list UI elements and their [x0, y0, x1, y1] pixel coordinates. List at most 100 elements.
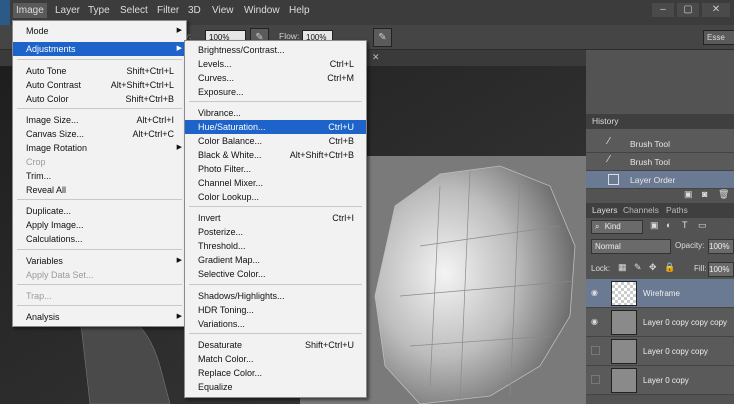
menu-item-label: Replace Color...	[198, 368, 263, 378]
menu-item-invert[interactable]: Invert Ctrl+I	[185, 211, 366, 225]
menu-item-calculations[interactable]: Calculations...	[13, 232, 186, 246]
lock-pixels-icon[interactable]: ✎	[634, 262, 642, 273]
menu-item-label: Color Balance...	[198, 136, 263, 146]
menu-item-image-size[interactable]: Image Size... Alt+Ctrl+I	[13, 113, 186, 127]
tab-close-icon[interactable]: ✕	[372, 52, 380, 63]
filter-adjust-icon[interactable]: ◐	[666, 220, 671, 230]
menu-item-shadows-highlights[interactable]: Shadows/Highlights...	[185, 289, 366, 303]
tab-layers[interactable]: Layers	[592, 205, 618, 215]
minimize-icon[interactable]: –	[652, 3, 674, 17]
history-item[interactable]: ⁄ Brush Tool	[586, 135, 734, 153]
close-icon[interactable]: ✕	[702, 3, 730, 17]
menu-item-trim[interactable]: Trim...	[13, 169, 186, 183]
opacity-label: Opacity:	[675, 241, 705, 250]
menu-item-adjustments[interactable]: Adjustments ▶	[13, 42, 186, 56]
menu-item-crop: Crop	[13, 155, 186, 169]
menu-item-exposure[interactable]: Exposure...	[185, 85, 366, 99]
shortcut-label: Ctrl+M	[327, 73, 354, 83]
workspace-button[interactable]: Esse	[703, 30, 734, 45]
layer-row[interactable]: Layer 0 copy	[586, 366, 734, 395]
layer-row[interactable]: ◉ Wireframe	[586, 279, 734, 308]
menu-help[interactable]: Help	[289, 5, 310, 16]
menu-item-levels[interactable]: Levels... Ctrl+L	[185, 57, 366, 71]
menu-item-match-color[interactable]: Match Color...	[185, 352, 366, 366]
menu-item-label: Reveal All	[26, 185, 67, 195]
menu-view[interactable]: View	[212, 5, 234, 16]
menu-item-threshold[interactable]: Threshold...	[185, 239, 366, 253]
history-tab[interactable]: History	[592, 116, 618, 126]
eye-icon[interactable]: ◉	[591, 317, 601, 326]
tab-paths[interactable]: Paths	[666, 205, 688, 215]
history-item[interactable]: ⁄ Brush Tool	[586, 153, 734, 171]
lock-all-icon[interactable]: 🔒	[664, 262, 675, 273]
menu-filter[interactable]: Filter	[157, 5, 179, 16]
menu-item-channel-mixer[interactable]: Channel Mixer...	[185, 176, 366, 190]
menu-item-duplicate[interactable]: Duplicate...	[13, 204, 186, 218]
brush-icon: ⁄	[608, 154, 610, 165]
menu-item-variables[interactable]: Variables ▶	[13, 254, 186, 268]
menu-item-replace-color[interactable]: Replace Color...	[185, 366, 366, 380]
layer-thumbnail	[611, 339, 637, 364]
menu-item-canvas-size[interactable]: Canvas Size... Alt+Ctrl+C	[13, 127, 186, 141]
menu-item-color-balance[interactable]: Color Balance... Ctrl+B	[185, 134, 366, 148]
menu-item-auto-contrast[interactable]: Auto Contrast Alt+Shift+Ctrl+L	[13, 78, 186, 92]
menu-select[interactable]: Select	[120, 5, 148, 16]
menu-item-selective-color[interactable]: Selective Color...	[185, 267, 366, 281]
menu-item-curves[interactable]: Curves... Ctrl+M	[185, 71, 366, 85]
menu-separator	[189, 101, 362, 102]
menu-item-black-white[interactable]: Black & White... Alt+Shift+Ctrl+B	[185, 148, 366, 162]
menu-item-auto-tone[interactable]: Auto Tone Shift+Ctrl+L	[13, 64, 186, 78]
menu-item-brightness-contrast[interactable]: Brightness/Contrast...	[185, 43, 366, 57]
tab-channels[interactable]: Channels	[623, 205, 659, 215]
restore-icon[interactable]: ▢	[677, 3, 699, 17]
history-item-label: Brush Tool	[630, 157, 671, 167]
visibility-toggle[interactable]	[591, 346, 600, 355]
menu-image[interactable]: Image	[13, 3, 47, 18]
menu-item-vibrance[interactable]: Vibrance...	[185, 106, 366, 120]
menu-item-mode[interactable]: Mode ▶	[13, 24, 186, 38]
menu-item-label: Apply Data Set...	[26, 270, 94, 280]
filter-shape-icon[interactable]: ▭	[698, 220, 707, 231]
menu-item-color-lookup[interactable]: Color Lookup...	[185, 190, 366, 204]
snapshot-icon[interactable]: ▣	[684, 189, 693, 200]
filter-type-icon[interactable]: T	[682, 220, 688, 230]
menu-item-reveal-all[interactable]: Reveal All	[13, 183, 186, 197]
menu-item-desaturate[interactable]: Desaturate Shift+Ctrl+U	[185, 338, 366, 352]
layer-name: Layer 0 copy copy	[643, 347, 708, 356]
menu-item-apply-image[interactable]: Apply Image...	[13, 218, 186, 232]
menu-item-posterize[interactable]: Posterize...	[185, 225, 366, 239]
menu-item-gradient-map[interactable]: Gradient Map...	[185, 253, 366, 267]
layer-fill-input[interactable]: 100%	[708, 262, 734, 277]
menu-item-label: Crop	[26, 157, 46, 167]
menu-item-analysis[interactable]: Analysis ▶	[13, 310, 186, 324]
lock-position-icon[interactable]: ✥	[649, 262, 657, 273]
menu-item-label: Calculations...	[26, 234, 83, 244]
filter-image-icon[interactable]: ▣	[650, 220, 659, 231]
menu-layer[interactable]: Layer	[55, 5, 80, 16]
visibility-toggle[interactable]	[591, 375, 600, 384]
menu-item-photo-filter[interactable]: Photo Filter...	[185, 162, 366, 176]
blend-mode-select[interactable]: Normal	[591, 239, 671, 254]
layer-row[interactable]: ◉ Layer 0 copy copy copy	[586, 308, 734, 337]
kind-filter[interactable]: ⌕ Kind	[591, 220, 643, 234]
history-item-selected[interactable]: Layer Order	[586, 171, 734, 189]
trash-icon[interactable]: 🗑	[718, 189, 729, 200]
pressure-size-icon[interactable]: ✎	[373, 28, 392, 47]
menu-item-variations[interactable]: Variations...	[185, 317, 366, 331]
eye-icon[interactable]: ◉	[591, 288, 601, 297]
layer-opacity-input[interactable]: 100%	[708, 239, 734, 254]
menu-type[interactable]: Type	[88, 5, 110, 16]
menu-item-hue-saturation[interactable]: Hue/Saturation... Ctrl+U	[185, 120, 366, 134]
menu-window[interactable]: Window	[244, 5, 280, 16]
menu-item-image-rotation[interactable]: Image Rotation ▶	[13, 141, 186, 155]
menu-item-auto-color[interactable]: Auto Color Shift+Ctrl+B	[13, 92, 186, 106]
menu-item-label: Auto Contrast	[26, 80, 82, 90]
menu-3d[interactable]: 3D	[188, 5, 201, 16]
layer-row[interactable]: Layer 0 copy copy	[586, 337, 734, 366]
menu-item-hdr-toning[interactable]: HDR Toning...	[185, 303, 366, 317]
menu-item-equalize[interactable]: Equalize	[185, 380, 366, 394]
menu-item-label: Analysis	[26, 312, 60, 322]
camera-icon[interactable]: ◙	[702, 189, 707, 199]
lock-transparent-icon[interactable]: ▦	[618, 262, 627, 273]
shortcut-label: Ctrl+I	[332, 213, 354, 223]
